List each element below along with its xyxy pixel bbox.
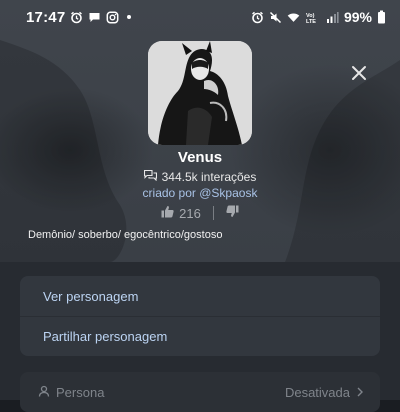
character-avatar xyxy=(148,41,252,145)
wifi-icon xyxy=(287,11,300,24)
thumbs-down-icon xyxy=(226,205,239,221)
chat-bubbles-icon xyxy=(143,169,157,184)
mute-icon xyxy=(269,11,282,24)
chevron-right-icon xyxy=(356,385,364,400)
person-icon xyxy=(38,385,50,400)
close-button[interactable] xyxy=(346,62,372,88)
battery-percentage: 99% xyxy=(343,9,372,25)
interactions-count: 344.5k interações xyxy=(0,169,400,184)
persona-label: Persona xyxy=(56,384,105,400)
creator-line: criado por @Skpaosk xyxy=(0,186,400,200)
close-icon xyxy=(351,65,367,86)
character-menu: Ver personagem Partilhar personagem xyxy=(20,276,380,356)
vote-divider xyxy=(212,206,214,220)
alarm-icon xyxy=(251,11,264,24)
volte-icon: Vo) LTE xyxy=(305,11,321,24)
share-character-button[interactable]: Partilhar personagem xyxy=(20,316,380,356)
view-character-button[interactable]: Ver personagem xyxy=(20,276,380,316)
status-bar: 17:47 Vo) LTE 99% xyxy=(0,0,400,34)
creator-prefix: criado por xyxy=(142,186,196,200)
creator-handle-link[interactable]: @Skpaosk xyxy=(199,186,257,200)
svg-text:LTE: LTE xyxy=(306,19,316,24)
like-button[interactable]: 216 xyxy=(161,205,201,221)
like-count: 216 xyxy=(179,205,201,221)
alarm-icon xyxy=(70,11,83,24)
notification-dot xyxy=(127,15,132,19)
interactions-label: 344.5k interações xyxy=(161,170,257,184)
instagram-icon xyxy=(106,11,119,24)
battery-icon xyxy=(377,10,386,24)
dislike-button[interactable] xyxy=(226,205,239,221)
chat-bubble-icon xyxy=(88,11,101,24)
status-time: 17:47 xyxy=(26,8,66,26)
character-description: Demônio/ soberbo/ egocêntrico/gostoso xyxy=(28,229,223,241)
thumbs-up-icon xyxy=(161,205,174,221)
vote-bar: 216 xyxy=(0,205,400,221)
persona-value: Desativada xyxy=(284,384,350,400)
character-name: Venus xyxy=(177,149,223,166)
persona-row[interactable]: Persona Desativada xyxy=(20,372,380,412)
signal-icon xyxy=(326,11,339,24)
